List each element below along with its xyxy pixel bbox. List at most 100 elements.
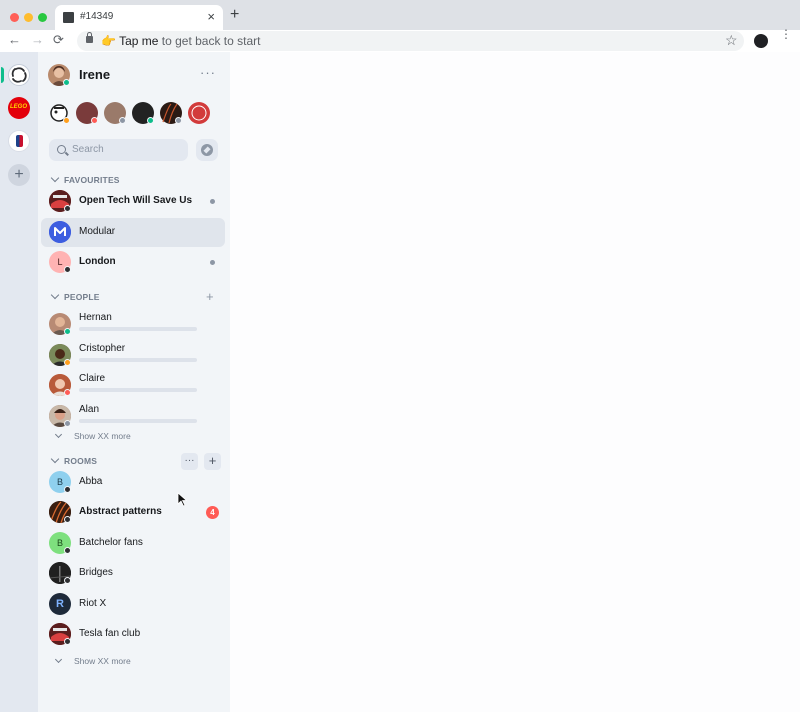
room-name: Modular xyxy=(79,226,116,237)
recent-contact-avatar[interactable] xyxy=(76,102,98,124)
minimize-window-button[interactable] xyxy=(24,13,33,22)
unread-dot-icon xyxy=(210,199,215,204)
forward-arrow-icon[interactable]: → xyxy=(31,32,44,47)
online-status-icon xyxy=(64,328,71,335)
maximize-window-button[interactable] xyxy=(38,13,47,22)
room-name: Open Tech Will Save Us xyxy=(79,195,193,206)
room-name: London xyxy=(79,256,116,267)
user-menu[interactable]: Irene ··· xyxy=(48,64,222,88)
tab-title: #14349 xyxy=(80,11,114,22)
browser-tab[interactable]: #14349 × xyxy=(55,5,223,30)
online-status-icon xyxy=(63,79,70,86)
away-status-icon xyxy=(63,117,70,124)
new-tab-button[interactable]: + xyxy=(230,6,239,24)
room-item[interactable]: L London xyxy=(41,248,225,277)
room-status-icon xyxy=(64,516,71,523)
room-status-icon xyxy=(64,486,71,493)
add-space-button[interactable]: + xyxy=(8,164,30,186)
search-input[interactable]: Search xyxy=(49,139,188,161)
status-message-placeholder xyxy=(79,358,197,362)
address-bar[interactable]: 👉 Tap me to get back to start xyxy=(77,31,744,51)
room-avatar xyxy=(49,221,71,243)
busy-status-icon xyxy=(91,117,98,124)
busy-status-icon xyxy=(64,389,71,396)
explore-rooms-button[interactable] xyxy=(196,139,218,161)
person-item[interactable]: Cristopher xyxy=(41,341,225,371)
offline-status-icon xyxy=(175,117,182,124)
user-options-icon[interactable]: ··· xyxy=(200,65,216,80)
logo-badge-icon xyxy=(191,105,207,121)
rooms-section-header[interactable]: ROOMS xyxy=(50,454,98,466)
chevron-down-icon xyxy=(50,173,60,183)
room-name: Tesla fan club xyxy=(79,628,141,639)
tab-close-icon[interactable]: × xyxy=(207,9,215,24)
address-bold-text: Tap me xyxy=(119,34,159,48)
person-name: Cristopher xyxy=(79,343,126,354)
room-item[interactable]: B Batchelor fans xyxy=(41,529,225,558)
lego-space-button[interactable]: LEGO xyxy=(8,97,30,119)
unread-dot-icon xyxy=(210,260,215,265)
recent-contact-avatar[interactable] xyxy=(188,102,210,124)
reload-icon[interactable]: ⟳ xyxy=(53,32,64,48)
search-placeholder: Search xyxy=(72,144,104,155)
rooms-label: ROOMS xyxy=(64,456,98,466)
nba-space-button[interactable] xyxy=(8,130,30,152)
profile-avatar[interactable] xyxy=(754,34,768,48)
status-message-placeholder xyxy=(79,419,197,423)
recent-contact-avatar[interactable] xyxy=(160,102,182,124)
offline-status-icon xyxy=(64,420,71,427)
room-name: Riot X xyxy=(79,598,107,609)
room-name: Abstract patterns xyxy=(79,506,162,517)
browser-menu-icon[interactable]: ⋮ xyxy=(780,28,792,40)
user-name: Irene xyxy=(79,67,111,82)
unread-count-badge: 4 xyxy=(206,506,219,519)
room-status-icon xyxy=(64,547,71,554)
recent-contact-avatar[interactable] xyxy=(132,102,154,124)
people-label: PEOPLE xyxy=(64,292,100,302)
room-item-selected[interactable]: Modular xyxy=(41,218,225,247)
people-show-more-button[interactable]: Show XX more xyxy=(54,430,131,441)
room-letter: R xyxy=(56,598,64,610)
recent-contact-avatar[interactable] xyxy=(48,102,70,124)
person-item[interactable]: Alan xyxy=(41,402,225,432)
room-item[interactable]: B Abba xyxy=(41,468,225,497)
recent-contact-avatar[interactable] xyxy=(104,102,126,124)
person-name: Alan xyxy=(79,404,100,415)
home-space-button[interactable] xyxy=(1,64,30,86)
chevron-down-icon xyxy=(50,290,60,300)
show-more-label: Show XX more xyxy=(74,431,131,441)
modular-logo-icon xyxy=(49,221,71,243)
address-text: 👉 Tap me to get back to start xyxy=(101,34,261,48)
room-item[interactable]: Open Tech Will Save Us xyxy=(41,187,225,216)
room-name: Abba xyxy=(79,476,103,487)
people-section-header[interactable]: PEOPLE xyxy=(50,290,100,302)
person-item[interactable]: Claire xyxy=(41,371,225,401)
browser-tab-bar: #14349 × + xyxy=(0,0,800,30)
room-status-icon xyxy=(64,266,71,273)
back-arrow-icon[interactable]: ← xyxy=(8,32,21,47)
bookmark-star-icon[interactable]: ☆ xyxy=(725,32,738,49)
close-window-button[interactable] xyxy=(10,13,19,22)
status-message-placeholder xyxy=(79,388,197,392)
pointing-hand-icon: 👉 xyxy=(101,34,116,48)
room-item[interactable]: Tesla fan club xyxy=(41,620,225,649)
room-status-icon xyxy=(64,205,71,212)
room-item[interactable]: R Riot X xyxy=(41,590,225,619)
person-item[interactable]: Hernan xyxy=(41,310,225,340)
room-status-icon xyxy=(64,577,71,584)
space-bar: LEGO + xyxy=(0,52,38,712)
room-item[interactable]: Abstract patterns 4 xyxy=(41,498,225,527)
chevron-down-icon xyxy=(54,430,63,439)
room-name: Bridges xyxy=(79,567,113,578)
person-name: Claire xyxy=(79,373,106,384)
favourites-label: FAVOURITES xyxy=(64,175,120,185)
person-name: Hernan xyxy=(79,312,112,323)
element-logo-icon xyxy=(11,67,27,83)
lego-logo-text: LEGO xyxy=(10,104,28,110)
room-item[interactable]: Bridges xyxy=(41,559,225,588)
rooms-show-more-button[interactable]: Show XX more xyxy=(54,655,131,666)
favourites-section-header[interactable]: FAVOURITES xyxy=(50,173,120,185)
add-person-button[interactable]: + xyxy=(206,289,214,304)
address-rest-text: to get back to start xyxy=(158,34,261,48)
room-avatar: R xyxy=(49,593,71,615)
